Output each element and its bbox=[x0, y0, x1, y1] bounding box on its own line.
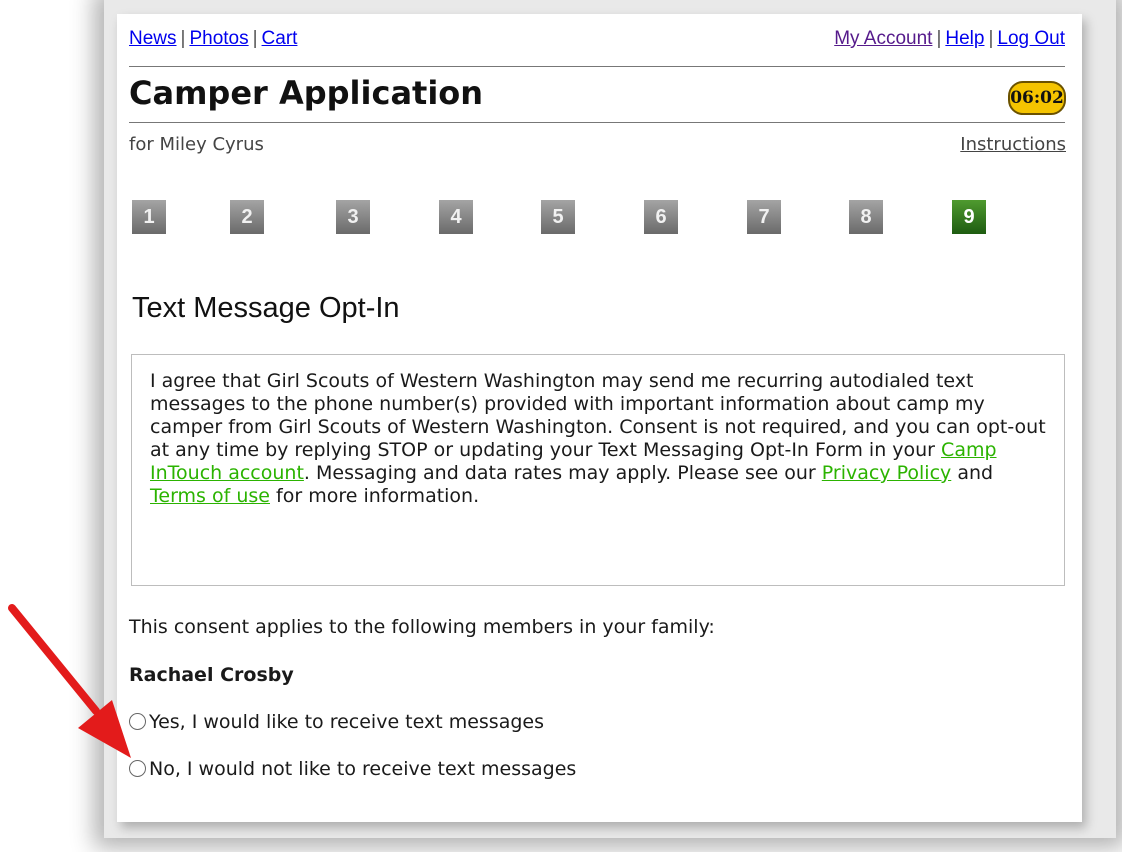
camper-application-page: News | Photos | Cart My Account | Help | Log Out… bbox=[117, 14, 1082, 822]
help-link[interactable]: Help bbox=[945, 28, 984, 49]
nav-separator: | bbox=[180, 28, 186, 49]
cart-link[interactable]: Cart bbox=[262, 28, 298, 49]
header-divider bbox=[129, 66, 1065, 67]
consent-applies-text: This consent applies to the following me… bbox=[129, 616, 715, 638]
news-link[interactable]: News bbox=[129, 28, 177, 49]
step-3-button[interactable]: 3 bbox=[336, 200, 370, 234]
step-6-button[interactable]: 6 bbox=[644, 200, 678, 234]
step-7-button[interactable]: 7 bbox=[747, 200, 781, 234]
consent-text-part: I agree that Girl Scouts of Western Wash… bbox=[150, 370, 1046, 461]
consent-box: I agree that Girl Scouts of Western Wash… bbox=[131, 354, 1065, 586]
page-title: Camper Application bbox=[129, 74, 484, 112]
opt-in-no-option[interactable]: No, I would not like to receive text mes… bbox=[129, 758, 576, 780]
photos-link[interactable]: Photos bbox=[189, 28, 248, 49]
step-5-button[interactable]: 5 bbox=[541, 200, 575, 234]
top-nav-left: News | Photos | Cart bbox=[129, 28, 297, 50]
opt-in-yes-option[interactable]: Yes, I would like to receive text messag… bbox=[129, 711, 544, 733]
section-heading: Text Message Opt-In bbox=[132, 292, 400, 324]
title-divider bbox=[129, 122, 1065, 123]
step-9-button-active[interactable]: 9 bbox=[952, 200, 986, 234]
consent-text-part: and bbox=[951, 462, 994, 484]
top-nav-right: My Account | Help | Log Out bbox=[834, 28, 1065, 50]
yes-option-label: Yes, I would like to receive text messag… bbox=[149, 711, 545, 733]
family-member-name: Rachael Crosby bbox=[129, 664, 294, 686]
consent-text-part: . Messaging and data rates may apply. Pl… bbox=[303, 462, 822, 484]
consent-text-part: for more information. bbox=[269, 485, 480, 507]
step-1-button[interactable]: 1 bbox=[132, 200, 166, 234]
privacy-policy-link[interactable]: Privacy Policy bbox=[822, 462, 951, 484]
instructions-link[interactable]: Instructions bbox=[960, 134, 1066, 155]
yes-radio-button[interactable] bbox=[129, 713, 146, 730]
session-timer: 06:02 bbox=[1008, 81, 1066, 115]
step-8-button[interactable]: 8 bbox=[849, 200, 883, 234]
log-out-link[interactable]: Log Out bbox=[997, 28, 1065, 49]
camper-name-subtitle: for Miley Cyrus bbox=[129, 134, 264, 155]
no-option-label: No, I would not like to receive text mes… bbox=[149, 758, 577, 780]
step-4-button[interactable]: 4 bbox=[439, 200, 473, 234]
step-2-button[interactable]: 2 bbox=[230, 200, 264, 234]
nav-separator: | bbox=[936, 28, 942, 49]
top-navigation: News | Photos | Cart My Account | Help | Log Out bbox=[129, 28, 1065, 54]
nav-separator: | bbox=[988, 28, 994, 49]
consent-text: I agree that Girl Scouts of Western Wash… bbox=[150, 370, 1055, 508]
my-account-link[interactable]: My Account bbox=[834, 28, 932, 49]
nav-separator: | bbox=[252, 28, 258, 49]
terms-of-use-link[interactable]: Terms of use bbox=[150, 485, 270, 507]
no-radio-button[interactable] bbox=[129, 760, 146, 777]
